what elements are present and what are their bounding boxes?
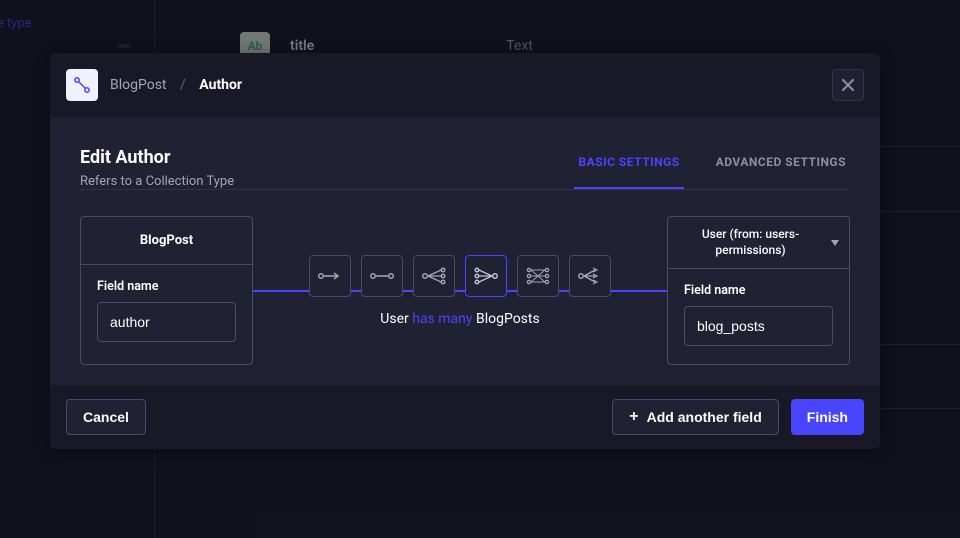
- cancel-button[interactable]: Cancel: [66, 399, 146, 435]
- relation-type-selector: User has many BlogPosts: [253, 255, 667, 327]
- one-to-one-icon: [369, 269, 395, 283]
- target-model-select[interactable]: User (from: users-permissions): [668, 217, 849, 269]
- target-field-label: Field name: [684, 283, 833, 298]
- relation-one-way[interactable]: [309, 255, 351, 297]
- relation-editor: BlogPost Field name: [80, 216, 850, 365]
- plus-icon: +: [629, 409, 638, 425]
- one-to-many-icon: [421, 267, 447, 285]
- settings-tabs: BASIC SETTINGS ADVANCED SETTINGS: [574, 147, 850, 189]
- source-model-name: BlogPost: [81, 217, 252, 265]
- modal-header: BlogPost / Author: [50, 53, 880, 117]
- modal-footer: Cancel + Add another field Finish: [50, 385, 880, 449]
- finish-button[interactable]: Finish: [791, 399, 864, 435]
- one-way-icon: [317, 269, 343, 283]
- modal-title: Edit Author: [80, 147, 234, 168]
- relation-type-icon: [66, 69, 98, 101]
- target-field-name-input[interactable]: [684, 306, 833, 346]
- breadcrumb-parent[interactable]: BlogPost: [110, 77, 167, 93]
- modal-body: Edit Author Refers to a Collection Type …: [50, 117, 880, 385]
- many-way-icon: [577, 267, 603, 285]
- tab-basic-settings[interactable]: BASIC SETTINGS: [574, 147, 683, 189]
- many-to-one-icon: [473, 267, 499, 285]
- many-to-many-icon: [525, 267, 551, 285]
- relation-one-to-many[interactable]: [413, 255, 455, 297]
- breadcrumb: BlogPost / Author: [110, 77, 242, 93]
- relation-many-to-one[interactable]: [465, 255, 507, 297]
- relation-many-way[interactable]: [569, 255, 611, 297]
- chevron-down-icon: [831, 240, 839, 246]
- relation-sentence: User has many BlogPosts: [378, 311, 541, 327]
- edit-field-modal: BlogPost / Author Edit Author Refers to …: [50, 53, 880, 449]
- breadcrumb-sep: /: [180, 77, 186, 93]
- source-model-box: BlogPost Field name: [80, 216, 253, 365]
- target-model-box: User (from: users-permissions) Field nam…: [667, 216, 850, 365]
- relation-many-to-many[interactable]: [517, 255, 559, 297]
- source-field-name-input[interactable]: [97, 302, 236, 342]
- relation-one-to-one[interactable]: [361, 255, 403, 297]
- close-button[interactable]: [832, 69, 864, 101]
- breadcrumb-current: Author: [199, 77, 242, 93]
- close-icon: [842, 79, 854, 91]
- add-another-field-button[interactable]: + Add another field: [612, 399, 778, 435]
- tab-advanced-settings[interactable]: ADVANCED SETTINGS: [712, 147, 850, 189]
- source-field-label: Field name: [97, 279, 236, 294]
- modal-subtitle: Refers to a Collection Type: [80, 174, 234, 189]
